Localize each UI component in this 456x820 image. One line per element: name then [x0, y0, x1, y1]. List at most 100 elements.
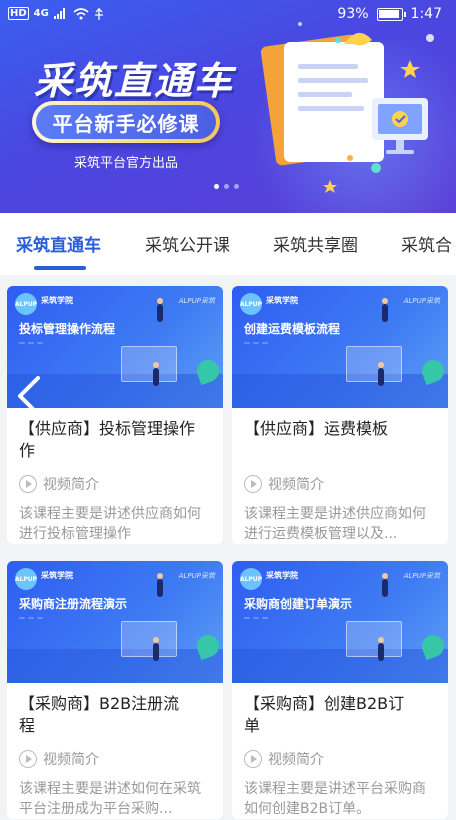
thumb-chip: [253, 342, 259, 344]
thumb-chip: [244, 617, 250, 619]
banner-subtitle: 采筑平台官方出品: [74, 156, 179, 171]
video-intro-row[interactable]: 视频简介: [244, 749, 436, 769]
banner-pagination: [214, 184, 239, 189]
banner-dot[interactable]: [234, 184, 239, 189]
tab-more[interactable]: 采筑合: [401, 231, 452, 256]
promo-banner[interactable]: 采筑直通车 平台新手必修课 采筑平台官方出品: [0, 0, 456, 213]
thumb-floor: [232, 374, 448, 408]
college-logo: ALPUP: [15, 293, 37, 315]
thumb-chips: [19, 342, 43, 344]
card-title: 【供应商】投标管理操作作: [19, 419, 196, 460]
college-name: 采筑学院: [41, 571, 73, 580]
play-circle-icon: [244, 475, 262, 493]
video-intro-row[interactable]: 视频简介: [244, 474, 436, 494]
thumbnail-title: 采购商创建订单演示: [244, 597, 353, 611]
course-thumbnail: ALPUP 采筑学院 ALPUP采筑 采购商创建订单演示: [232, 561, 448, 683]
person-illustration: [157, 304, 163, 322]
hd-badge: HD: [8, 7, 29, 20]
college-name: 采筑学院: [41, 296, 73, 305]
card-title: 【采购商】创建B2B订单: [244, 694, 405, 735]
thumb-chip: [253, 617, 259, 619]
college-logo: ALPUP: [240, 568, 262, 590]
signal-icon: [53, 8, 65, 19]
thumb-chip: [19, 617, 25, 619]
thumb-chips: [244, 617, 268, 619]
thumb-chip: [37, 342, 43, 344]
person-illustration: [153, 643, 159, 661]
card-title: 【供应商】运费模板: [244, 419, 389, 438]
thumbnail-title: 创建运费模板流程: [244, 322, 341, 336]
video-intro-label: 视频简介: [268, 477, 324, 493]
screen-illustration: [346, 621, 402, 657]
video-intro-row[interactable]: 视频简介: [19, 474, 211, 494]
network-label: 4G: [33, 8, 49, 19]
thumb-chip: [19, 342, 25, 344]
college-name: 采筑学院: [266, 296, 298, 305]
thumb-floor: [7, 649, 223, 683]
video-intro-label: 视频简介: [268, 752, 324, 768]
brand-label: ALPUP采筑: [178, 572, 215, 580]
thumb-chip: [262, 617, 268, 619]
thumb-chip: [28, 342, 34, 344]
thumb-chip: [244, 342, 250, 344]
card-description: 该课程主要是讲述如何在采筑平台注册成为平台采购...: [19, 781, 201, 817]
person-illustration: [382, 304, 388, 322]
video-intro-label: 视频简介: [43, 477, 99, 493]
course-thumbnail: ALPUP 采筑学院 ALPUP采筑 采购商注册流程演示: [7, 561, 223, 683]
college-logo: ALPUP: [15, 568, 37, 590]
person-illustration: [378, 368, 384, 386]
screen-illustration: [121, 621, 177, 657]
card-description: 该课程主要是讲述供应商如何进行运费模板管理以及...: [244, 506, 426, 542]
person-illustration: [382, 579, 388, 597]
banner-pill: 平台新手必修课: [32, 101, 220, 143]
banner-pill-label: 平台新手必修课: [36, 105, 216, 139]
clock: 1:47: [410, 6, 442, 22]
card-description: 该课程主要是讲述供应商如何进行投标管理操作: [19, 506, 201, 542]
status-left: HD 4G: [8, 7, 104, 20]
usb-icon: [94, 7, 103, 20]
thumb-chips: [244, 342, 268, 344]
play-circle-icon: [244, 750, 262, 768]
person-illustration: [378, 643, 384, 661]
person-illustration: [153, 368, 159, 386]
back-arrow-icon[interactable]: [12, 374, 46, 418]
video-intro-label: 视频简介: [43, 752, 99, 768]
brand-label: ALPUP采筑: [403, 572, 440, 580]
thumb-chip: [28, 617, 34, 619]
play-circle-icon: [19, 475, 37, 493]
course-card[interactable]: ALPUP 采筑学院 ALPUP采筑 采购商注册流程演示 【采购商】B2B注册流…: [7, 561, 223, 819]
tab-gongxiangquan[interactable]: 采筑共享圈: [273, 231, 358, 256]
course-thumbnail: ALPUP 采筑学院 ALPUP采筑 创建运费模板流程: [232, 286, 448, 408]
college-logo: ALPUP: [240, 293, 262, 315]
banner-title: 采筑直通车: [34, 59, 235, 103]
status-right: 93% 1:47: [337, 6, 442, 22]
college-name: 采筑学院: [266, 571, 298, 580]
card-title: 【采购商】B2B注册流程: [19, 694, 180, 735]
brand-label: ALPUP采筑: [178, 297, 215, 305]
tab-gongkaike[interactable]: 采筑公开课: [145, 231, 230, 256]
brand-label: ALPUP采筑: [403, 297, 440, 305]
tab-zhitongche[interactable]: 采筑直通车: [16, 231, 101, 256]
banner-dot[interactable]: [214, 184, 219, 189]
battery-icon: [376, 7, 406, 21]
tab-active-indicator: [34, 266, 86, 270]
banner-dot[interactable]: [224, 184, 229, 189]
person-illustration: [157, 579, 163, 597]
thumb-floor: [232, 649, 448, 683]
video-intro-row[interactable]: 视频简介: [19, 749, 211, 769]
thumbnail-title: 投标管理操作流程: [19, 322, 116, 336]
battery-percent: 93%: [337, 6, 369, 22]
thumb-chip: [262, 342, 268, 344]
course-card[interactable]: ALPUP 采筑学院 ALPUP采筑 创建运费模板流程 【供应商】运费模板 视频…: [232, 286, 448, 544]
thumb-chip: [37, 617, 43, 619]
screen-illustration: [346, 346, 402, 382]
card-description: 该课程主要是讲述平台采购商如何创建B2B订单。: [244, 781, 426, 817]
wifi-icon: [73, 7, 89, 19]
status-bar: HD 4G 93% 1:47: [0, 0, 456, 30]
course-card[interactable]: ALPUP 采筑学院 ALPUP采筑 采购商创建订单演示 【采购商】创建B2B订…: [232, 561, 448, 819]
screen-illustration: [121, 346, 177, 382]
play-circle-icon: [19, 750, 37, 768]
thumbnail-title: 采购商注册流程演示: [19, 597, 128, 611]
category-tabs: 采筑直通车 采筑公开课 采筑共享圈 采筑合: [0, 213, 456, 275]
thumb-chips: [19, 617, 43, 619]
